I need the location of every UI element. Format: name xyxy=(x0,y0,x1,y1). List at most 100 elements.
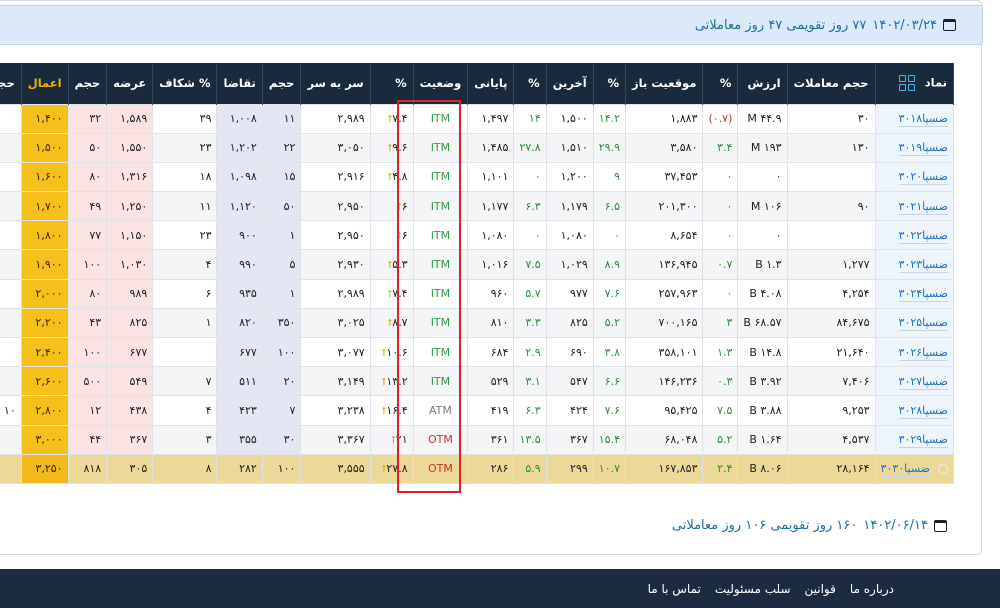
next-expiry-date: ۱۴۰۲/۰۶/۱۴ xyxy=(863,518,928,533)
volume1-cell: ۵ xyxy=(261,249,302,280)
demand-cell: ۳۵۵ xyxy=(216,424,263,455)
col-breakeven[interactable]: سر به سر xyxy=(300,63,371,104)
symbol-link[interactable]: ضسپا۳۰۲۹ xyxy=(898,433,948,449)
strike-cell: ۱,۸۰۰ xyxy=(20,220,69,251)
table-row[interactable]: ضسپا۳۰۲۷ ۷,۴۰۶ ۳.۹۲ B ۰.۳ ۱۴۶,۲۳۶ ۶.۶ ۵۴۷ ۳.۱ ۵۲… xyxy=(0,366,955,397)
gap-cell: ۴ xyxy=(152,249,218,280)
last-cell: ۶۹۰ xyxy=(545,336,594,368)
symbol-cell[interactable]: ضسپا۳۰۲۵ xyxy=(874,307,955,339)
search-icon[interactable] xyxy=(938,464,948,475)
col-pct4[interactable]: % xyxy=(370,63,414,104)
col-last[interactable]: آخرین xyxy=(546,63,594,104)
table-body: ضسپا۳۰۱۸ ۳۰ ۴۴.۹ M (۰.۷) ۱,۸۸۳ ۱۴.۲ ۱,۵۰۰ ۱۴ ۱,۴… xyxy=(0,103,955,484)
footer-link-contact[interactable]: تماس با ما xyxy=(648,582,701,596)
col-volume1[interactable]: حجم xyxy=(262,63,302,104)
col-open-position[interactable]: موقعیت باز xyxy=(625,63,704,104)
volume1-cell: ۳۵۰ xyxy=(261,307,302,339)
symbol-link[interactable]: ضسپا۳۰۲۳ xyxy=(898,258,948,274)
symbol-cell[interactable]: ضسپا۳۰۱۸ xyxy=(874,103,955,134)
close-cell: ۱,۰۸۰ xyxy=(467,220,515,251)
strike-cell: ۲,۲۰۰ xyxy=(20,307,69,339)
symbol-cell[interactable]: ضسپا۳۰۲۴ xyxy=(874,278,955,309)
footer-link-rules[interactable]: قوانین xyxy=(805,582,836,596)
symbol-link[interactable]: ضسپا۳۰۲۷ xyxy=(898,374,948,390)
col-demand[interactable]: تقاضا xyxy=(216,63,263,104)
breakeven-cell: ۲,۹۱۶ xyxy=(300,161,371,193)
symbol-cell[interactable]: ضسپا۳۰۲۰ xyxy=(874,161,955,193)
symbol-link[interactable]: ضسپا۳۰۲۶ xyxy=(898,345,948,361)
table-row[interactable]: ضسپا۳۰۲۸ ۹,۲۵۳ ۳.۸۸ B ۷.۵ ۹۵,۴۲۵ ۷.۶ ۴۲۴ ۶.۳ ۴۱۹… xyxy=(0,395,955,426)
symbol-link[interactable]: ضسپا۳۰۱۹ xyxy=(898,141,948,157)
strike-cell: ۲,۸۰۰ xyxy=(20,395,69,426)
col-volume-trades[interactable]: حجم معاملات xyxy=(787,63,876,104)
table-row[interactable]: ضسپا۳۰۱۸ ۳۰ ۴۴.۹ M (۰.۷) ۱,۸۸۳ ۱۴.۲ ۱,۵۰۰ ۱۴ ۱,۴… xyxy=(0,103,955,134)
symbol-link[interactable]: ضسپا۳۰۲۸ xyxy=(898,403,948,419)
col-gap-pct[interactable]: % شکاف xyxy=(152,63,218,104)
expiry-header[interactable]: ۱۴۰۲/۰۳/۲۴ ۷۷ روز تقویمی ۴۷ روز معاملاتی xyxy=(0,5,983,45)
volume3-cell xyxy=(0,453,22,484)
table-row[interactable]: ضسپا۳۰۲۱ ۹۰ ۱۰۶ M ۰ ۲۰۱,۳۰۰ ۶.۵ ۱,۱۷۹ ۶.۳ ۱,۱۷۷ I… xyxy=(0,191,955,222)
symbol-cell[interactable]: ضسپا۳۰۲۲ xyxy=(874,220,955,251)
footer-link-about[interactable]: درباره ما xyxy=(850,582,894,596)
symbol-cell[interactable]: ضسپا۳۰۲۶ xyxy=(874,336,955,368)
grid-icon[interactable] xyxy=(898,75,915,92)
next-expiry-line[interactable]: ۱۴۰۲/۰۶/۱۴ ۱۶۰ روز تقویمی ۱۰۶ روز معاملا… xyxy=(0,518,965,533)
col-symbol[interactable]: نماد xyxy=(875,63,955,104)
value-cell: ۳.۹۲ B xyxy=(737,366,788,397)
value-cell: ۱۰۶ M xyxy=(737,191,788,222)
symbol-cell[interactable]: ضسپا۳۰۲۹ xyxy=(874,424,955,455)
last-cell: ۳۶۷ xyxy=(545,424,594,455)
volume1-cell: ۲۰ xyxy=(261,366,302,397)
symbol-link[interactable]: ضسپا۳۰۲۲ xyxy=(898,228,948,244)
pct3-cell: ۳.۱ xyxy=(513,366,547,397)
col-volume3[interactable]: حجم xyxy=(0,63,22,104)
table-row[interactable]: ضسپا۳۰۲۴ ۴,۲۵۴ ۴.۰۸ B ۰ ۲۵۷,۹۶۳ ۷.۶ ۹۷۷ ۵.۷ ۹۶۰ I… xyxy=(0,278,955,309)
col-offer[interactable]: عرضه xyxy=(106,63,154,104)
col-volume2[interactable]: حجم xyxy=(68,63,108,104)
demand-cell: ۹۰۰ xyxy=(216,220,263,251)
table-row[interactable]: ضسپا۳۰۳۰ ۲۸,۱۶۴ ۸.۰۶ B ۲.۴ ۱۶۷,۸۵۳ ۱۰.۷ ۲۹۹ ۵.۹… xyxy=(0,453,955,484)
table-row[interactable]: ضسپا۳۰۲۰ ۰ ۰ ۳۷,۴۵۳ ۹ ۱,۲۰۰ ۰ ۱,۱۰۱ ITM ۴.۸⭡ ۲,۹۱۶… xyxy=(0,161,955,193)
volume3-cell xyxy=(0,278,22,309)
table-row[interactable]: ضسپا۳۰۱۹ ۱۳۰ ۱۹۳ M ۳.۴ ۳,۵۸۰ ۲۹.۹ ۱,۵۱۰ ۲۷.۸ ۱,۴… xyxy=(0,132,955,163)
open-position-cell: ۱,۸۸۳ xyxy=(624,103,704,134)
col-close[interactable]: پایانی xyxy=(467,63,515,104)
volume3-cell xyxy=(0,336,22,368)
table-row[interactable]: ضسپا۳۰۲۲ ۰ ۰ ۸,۶۵۴ ۰ ۱,۰۸۰ ۰ ۱,۰۸۰ ITM ۶⭡ ۲,۹۵۰ ۱ ۹۰… xyxy=(0,220,955,251)
symbol-cell[interactable]: ضسپا۳۰۲۱ xyxy=(874,191,955,222)
table-row[interactable]: ضسپا۳۰۲۵ ۸۴,۶۷۵ ۶۸.۵۷ B ۳ ۷۰۰,۱۶۵ ۵.۲ ۸۲۵ ۳.۳ ۸۱… xyxy=(0,307,955,339)
volume-trades-cell: ۴,۵۳۷ xyxy=(786,424,876,455)
calendar-icon xyxy=(934,519,947,532)
symbol-link[interactable]: ضسپا۳۰۲۵ xyxy=(898,316,948,332)
last-cell: ۱,۰۲۹ xyxy=(545,249,594,280)
symbol-cell[interactable]: ضسپا۳۰۲۷ xyxy=(874,366,955,397)
pct1-cell: ۰ xyxy=(702,220,739,251)
symbol-cell[interactable]: ضسپا۳۰۳۰ xyxy=(874,453,955,484)
col-strike[interactable]: اعمال xyxy=(21,63,69,104)
col-symbol-label: نماد xyxy=(924,75,947,90)
table-row[interactable]: ضسپا۳۰۲۳ ۱,۲۷۷ ۱.۳ B ۰.۷ ۱۳۶,۹۴۵ ۸.۹ ۱,۰۲۹ ۷.۵ ۱… xyxy=(0,249,955,280)
symbol-link[interactable]: ضسپا۳۰۱۸ xyxy=(898,112,948,128)
offer-cell: ۱,۵۵۰ xyxy=(106,132,154,163)
col-pct3[interactable]: % xyxy=(513,63,547,104)
offer-cell: ۳۰۵ xyxy=(106,453,154,484)
symbol-cell[interactable]: ضسپا۳۰۲۸ xyxy=(874,395,955,426)
symbol-link[interactable]: ضسپا۳۰۲۰ xyxy=(898,170,948,186)
symbol-link[interactable]: ضسپا۳۰۲۱ xyxy=(898,199,948,215)
table-row[interactable]: ضسپا۳۰۲۶ ۲۱,۶۴۰ ۱۴.۸ B ۱.۳ ۳۵۸,۱۰۱ ۳.۸ ۶۹۰ ۲.۹ ۶… xyxy=(0,336,955,368)
symbol-link[interactable]: ضسپا۳۰۳۰ xyxy=(880,462,930,478)
col-pct2[interactable]: % xyxy=(593,63,627,104)
symbol-cell[interactable]: ضسپا۳۰۱۹ xyxy=(874,132,955,163)
demand-cell: ۸۲۰ xyxy=(216,307,263,339)
col-value[interactable]: ارزش xyxy=(737,63,788,104)
volume3-cell xyxy=(0,191,22,222)
strike-cell: ۳,۲۵۰ xyxy=(20,453,69,484)
volume3-cell xyxy=(0,307,22,339)
col-pct1[interactable]: % xyxy=(702,63,739,104)
offer-cell: ۱,۱۵۰ xyxy=(106,220,154,251)
footer-link-disclaimer[interactable]: سلب مسئولیت xyxy=(715,582,791,596)
symbol-cell[interactable]: ضسپا۳۰۲۳ xyxy=(874,249,955,280)
table-row[interactable]: ضسپا۳۰۲۹ ۴,۵۳۷ ۱.۶۴ B ۵.۲ ۶۸,۰۴۸ ۱۵.۴ ۳۶۷ ۱۳.۵ ۳… xyxy=(0,424,955,455)
col-status[interactable]: وضعیت xyxy=(413,63,469,104)
symbol-link[interactable]: ضسپا۳۰۲۴ xyxy=(898,287,948,303)
